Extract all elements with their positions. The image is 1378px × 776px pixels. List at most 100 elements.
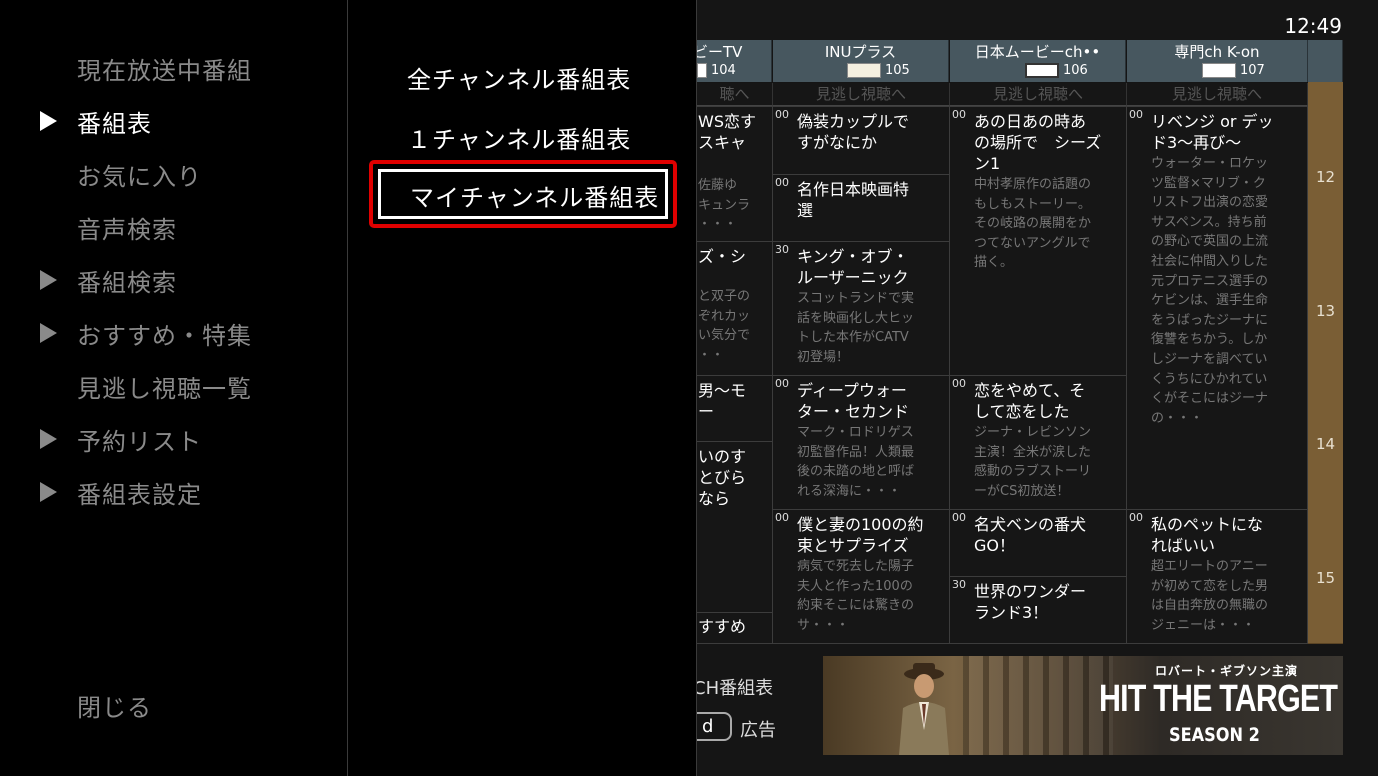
channel-number: 106	[1025, 63, 1088, 78]
program-cell[interactable]: 30 キング・オブ・ ルーザーニック スコットランドで実 話を映画化し大ヒッ トした…	[772, 241, 950, 376]
ad-season: SEASON 2	[1169, 724, 1260, 746]
hour-label: 12	[1315, 168, 1336, 186]
submenu-item-all-channels[interactable]: 全チャンネル番組表	[407, 60, 631, 95]
channel-header[interactable]: 日本ムービーch•• 106	[950, 40, 1126, 82]
channel-header[interactable]: ビーTV 104	[697, 40, 772, 82]
program-cell[interactable]: 00 偽装カップルで すがなにか	[772, 106, 950, 175]
menu-item-label: 現在放送中番組	[77, 56, 252, 85]
missed-viewing-link[interactable]: 見逃し視聴へ	[1127, 83, 1308, 106]
start-minute: 00	[952, 377, 966, 390]
program-title: 僕と妻の100の約 束とサプライズ 病気で死去した陽子 夫人と作った100の 約束…	[797, 514, 943, 635]
channel-logo-icon	[1202, 63, 1236, 78]
program-cell[interactable]: 男～モ ー	[697, 375, 773, 442]
program-desc: 病気で死去した陽子 夫人と作った100の 約束そこには驚きの サ・・・	[797, 559, 915, 633]
program-title: ズ・シ	[698, 247, 747, 266]
channel-name: ビーTV	[697, 43, 743, 61]
program-cell[interactable]: WS恋す スキャ佐藤ゆ キュンラ ・・・	[697, 106, 773, 242]
ad-tagline: ロバート・ギブソン主演	[1155, 664, 1299, 678]
program-cell[interactable]: 00 私のペットにな ればいい 超エリートのアニー が初めて恋をした男 は自由奔放の…	[1126, 509, 1308, 644]
ch-guide-link[interactable]: CH番組表	[697, 674, 773, 700]
menu-item-label: 番組検索	[77, 268, 177, 297]
start-minute: 00	[775, 176, 789, 189]
program-title: 偽装カップルで すがなにか	[797, 112, 910, 152]
program-title: 名犬ベンの番犬 GO！	[974, 515, 1087, 555]
channel-number: 104	[697, 63, 736, 78]
ad-actor-image	[899, 663, 949, 755]
program-cell[interactable]: いのす とびら なら	[697, 441, 773, 613]
start-minute: 00	[1129, 511, 1143, 524]
program-title: いのす とびら なら	[698, 447, 747, 508]
start-minute: 00	[775, 511, 789, 524]
program-cell[interactable]: 00 あの日あの時あ の場所で シーズ ン1 中村孝原作の話題の もしもストーリー。…	[949, 106, 1127, 376]
program-title: 男～モ ー	[698, 381, 747, 421]
program-cell[interactable]: 00 恋をやめて、そ して恋をした ジーナ・レビンソン 主演！全米が涙した 感動のラ…	[949, 375, 1127, 510]
channel-number: 105	[847, 63, 910, 78]
submenu-item-my-channels[interactable]: マイチャンネル番組表	[410, 178, 659, 213]
channel-logo-icon	[1025, 63, 1059, 78]
program-cell[interactable]: 00 リベンジ or デッ ド3～再び～ ウォーター・ロケッ ツ監督×マリブ・ク リ…	[1126, 106, 1308, 510]
program-cell[interactable]: ズ・シと双子の ぞれカッ い気分で ・・	[697, 241, 773, 376]
program-title: 恋をやめて、そ して恋をした ジーナ・レビンソン 主演！全米が涙した 感動のラブス…	[974, 380, 1120, 501]
channel-header-spacer	[1308, 40, 1343, 82]
start-minute: 00	[952, 511, 966, 524]
program-desc: と双子の ぞれカッ い気分で ・・	[698, 289, 751, 363]
start-minute: 00	[775, 108, 789, 121]
main-menu: 現在放送中番組 番組表 お気に入り 音声検索 番組検索 おすすめ・特集 見逃し視…	[0, 0, 348, 776]
hour-label: 15	[1315, 569, 1336, 587]
channel-header[interactable]: 専門ch K-on 107	[1127, 40, 1308, 82]
program-desc: 佐藤ゆ キュンラ ・・・	[698, 178, 751, 233]
program-cell[interactable]: 00 僕と妻の100の約 束とサプライズ 病気で死去した陽子 夫人と作った100の …	[772, 509, 950, 644]
focus-highlight: マイチャンネル番組表	[369, 160, 677, 228]
time-column: 12 13 14 15	[1308, 82, 1343, 644]
d-button[interactable]: d	[697, 712, 732, 741]
close-label: 閉じる	[77, 693, 152, 722]
start-minute: 00	[775, 377, 789, 390]
program-guide-submenu: 全チャンネル番組表 １チャンネル番組表 マイチャンネル番組表	[349, 0, 697, 776]
program-title: キング・オブ・ ルーザーニック スコットランドで実 話を映画化し大ヒッ トした本作…	[797, 246, 943, 367]
channel-name: INUプラス	[824, 43, 897, 61]
program-cell[interactable]: すすめ	[697, 612, 773, 644]
program-desc: スコットランドで実 話を映画化し大ヒッ トした本作がCATV 初登場！	[797, 291, 915, 365]
menu-item-label: お気に入り	[77, 162, 202, 191]
menu-item-label: 音声検索	[77, 215, 177, 244]
program-desc: マーク・ロドリゲス 初監督作品！人類最 後の未踏の地と呼ば れる深海に・・・	[797, 425, 915, 499]
program-cell[interactable]: 00 名作日本映画特 選	[772, 174, 950, 242]
program-title: リベンジ or デッ ド3～再び～ ウォーター・ロケッ ツ監督×マリブ・ク リスト…	[1151, 111, 1301, 428]
missed-viewing-link[interactable]: 見逃し視聴へ	[773, 83, 950, 106]
program-desc: 中村孝原作の話題の もしもストーリー。 その岐路の展開をか つてないアングルで …	[974, 177, 1092, 271]
ad-title: HIT THE TARGET	[1099, 678, 1338, 720]
program-desc: ジーナ・レビンソン 主演！全米が涙した 感動のラブストーリ ーがCS初放送！	[974, 425, 1092, 499]
program-title: WS恋す スキャ	[698, 112, 756, 152]
submenu-item-one-channel[interactable]: １チャンネル番組表	[407, 120, 631, 155]
clock: 12:49	[1284, 14, 1342, 38]
menu-item-label: 番組表	[77, 109, 152, 138]
menu-item-label: おすすめ・特集	[77, 321, 252, 350]
start-minute: 30	[775, 243, 789, 256]
channel-name: 専門ch K-on	[1174, 43, 1260, 61]
program-title: 名作日本映画特 選	[797, 180, 910, 220]
arrow-right-icon	[40, 429, 57, 449]
ad-banner[interactable]: ロバート・ギブソン主演 HIT THE TARGET SEASON 2	[823, 656, 1343, 755]
channel-header[interactable]: INUプラス 105	[773, 40, 949, 82]
missed-viewing-link[interactable]: 見逃し視聴へ	[950, 83, 1127, 106]
program-desc: ウォーター・ロケッ ツ監督×マリブ・ク リストフ出演の恋愛 サスペンス。持ち前 …	[1151, 156, 1269, 426]
program-cell[interactable]: 30 世界のワンダー ランド3！	[949, 576, 1127, 644]
ad-label: 広告	[740, 720, 776, 741]
program-desc: 超エリートのアニー が初めて恋をした男 は自由奔放の無職の ジェニーは・・・	[1151, 559, 1269, 633]
menu-item-label: 予約リスト	[77, 427, 202, 456]
program-cell[interactable]: 00 名犬ベンの番犬 GO！	[949, 509, 1127, 577]
arrow-right-icon	[40, 323, 57, 343]
arrow-right-icon	[40, 270, 57, 290]
missed-viewing-link[interactable]: 聴へ	[697, 83, 773, 106]
channel-logo-icon	[847, 63, 881, 78]
program-title: 世界のワンダー ランド3！	[974, 582, 1087, 622]
program-cell[interactable]: 00 ディープウォー ター・セカンド マーク・ロドリゲス 初監督作品！人類最 後の未…	[772, 375, 950, 510]
program-title: 私のペットにな ればいい 超エリートのアニー が初めて恋をした男 は自由奔放の無職…	[1151, 514, 1301, 635]
start-minute: 30	[952, 578, 966, 591]
hour-label: 13	[1315, 302, 1336, 320]
ad-building-image	[963, 656, 1113, 755]
program-title: ディープウォー ター・セカンド マーク・ロドリゲス 初監督作品！人類最 後の未踏の…	[797, 380, 943, 501]
arrow-right-icon	[40, 111, 57, 131]
channel-name: 日本ムービーch••	[974, 43, 1101, 61]
program-guide-grid: 12:49 ビーTV 104 INUプラス 105 日本ムービーch•• 106…	[697, 0, 1378, 776]
